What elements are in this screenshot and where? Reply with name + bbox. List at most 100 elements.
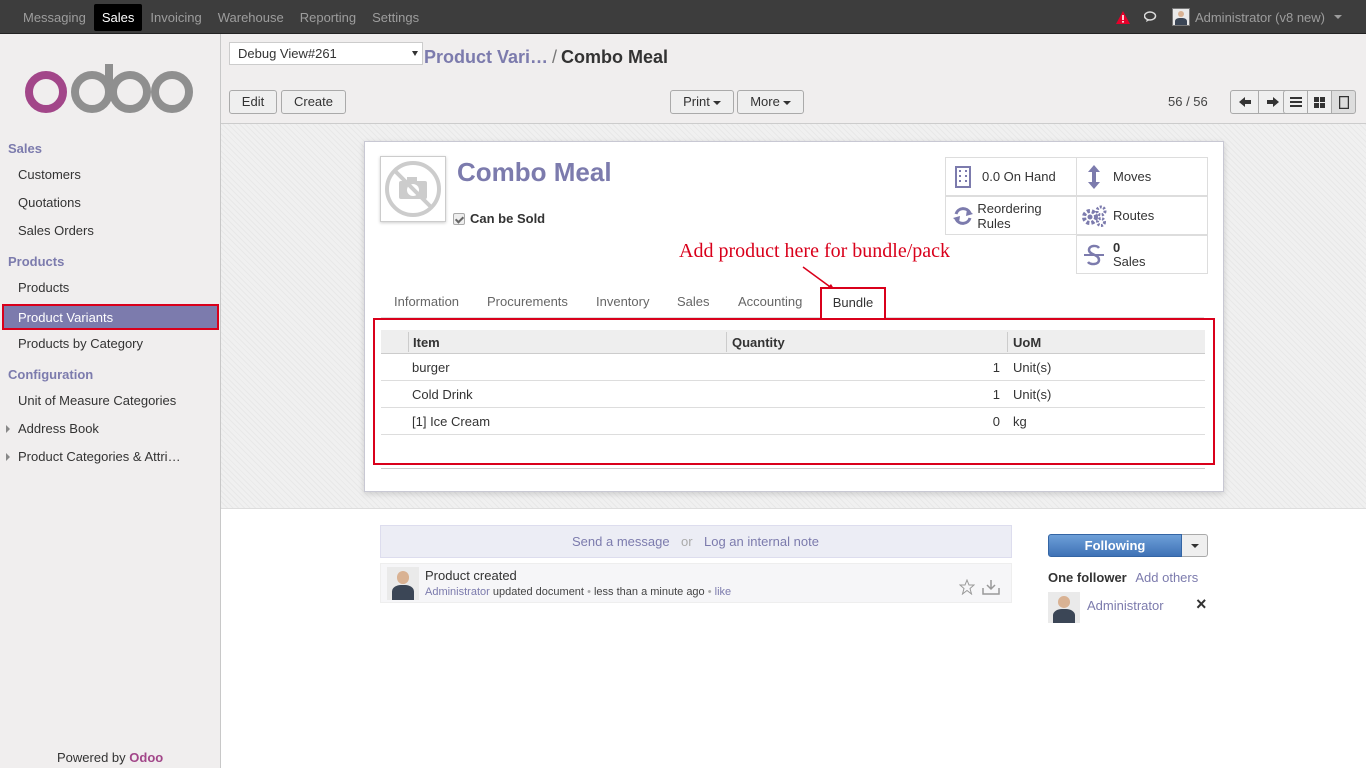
strikethrough-s-icon [1081, 243, 1107, 267]
view-switcher [1283, 90, 1358, 114]
debug-view-select[interactable]: Debug View#261 [229, 42, 423, 65]
user-name: Administrator (v8 new) [1194, 9, 1325, 25]
previous-button[interactable] [1230, 90, 1259, 114]
vertical-arrows-icon [1081, 164, 1107, 189]
sales-button[interactable]: 0 Sales [1076, 235, 1208, 274]
archive-icon[interactable] [981, 578, 1001, 596]
column-divider [1007, 332, 1008, 352]
more-button[interactable]: More [737, 90, 804, 114]
list-icon [1289, 97, 1302, 107]
bullet-separator: • [707, 586, 712, 598]
table-row[interactable]: burger 1 Unit(s) [381, 354, 1205, 381]
no-image-icon [385, 161, 441, 217]
tab-procurements[interactable]: Procurements [487, 294, 568, 309]
cell-uom: Unit(s) [1013, 387, 1052, 402]
powered-by-brand[interactable]: Odoo [129, 750, 163, 765]
sidebar-item-quotations[interactable]: Quotations [18, 195, 81, 210]
like-link[interactable]: like [715, 586, 732, 598]
sidebar-item-customers[interactable]: Customers [18, 167, 81, 182]
breadcrumb-parent[interactable]: Product Vari… [424, 47, 548, 67]
cell-uom: kg [1013, 414, 1027, 429]
can-be-sold-checkbox[interactable] [453, 212, 465, 225]
edit-button[interactable]: Edit [229, 90, 277, 114]
menu-warehouse[interactable]: Warehouse [210, 4, 292, 31]
odoo-logo [25, 64, 193, 113]
tab-inventory[interactable]: Inventory [596, 294, 649, 309]
followers-header: One follower Add others [1048, 570, 1198, 585]
debug-view-value: Debug View#261 [238, 46, 337, 61]
log-note-link[interactable]: Log an internal note [704, 534, 819, 549]
main-menu: Messaging Sales Invoicing Warehouse Repo… [15, 0, 427, 34]
kanban-view-button[interactable] [1307, 90, 1332, 114]
menu-invoicing[interactable]: Invoicing [142, 4, 209, 31]
remove-follower-button[interactable]: × [1196, 594, 1207, 615]
chevron-down-icon [1334, 15, 1342, 19]
sidebar-item-products[interactable]: Products [18, 280, 69, 295]
column-header-uom[interactable]: UoM [1013, 335, 1041, 350]
tab-accounting[interactable]: Accounting [738, 294, 802, 309]
follower-name[interactable]: Administrator [1087, 598, 1164, 613]
send-message-link[interactable]: Send a message [572, 534, 670, 549]
message-meta: Administrator updated document • less th… [425, 586, 731, 598]
tab-information[interactable]: Information [394, 294, 459, 309]
table-footer-divider [381, 468, 1205, 469]
author-avatar[interactable] [387, 567, 419, 600]
sidebar-item-product-categories[interactable]: Product Categories & Attri… [18, 449, 181, 464]
reordering-rules-button[interactable]: Reordering Rules [945, 196, 1077, 235]
menu-sales[interactable]: Sales [93, 3, 143, 31]
arrow-right-icon [1267, 97, 1279, 107]
can-be-sold-field: Can be Sold [453, 211, 545, 226]
sidebar-item-product-variants[interactable]: Product Variants [2, 304, 219, 330]
can-be-sold-label: Can be Sold [470, 211, 546, 226]
sidebar-item-address-book[interactable]: Address Book [18, 421, 99, 436]
menu-messaging[interactable]: Messaging [15, 4, 94, 31]
following-button[interactable]: Following [1048, 534, 1182, 557]
form-view-button[interactable] [1331, 90, 1356, 114]
following-dropdown-button[interactable] [1182, 534, 1208, 557]
star-icon[interactable] [959, 579, 975, 595]
menu-settings[interactable]: Settings [364, 4, 427, 31]
product-image[interactable] [380, 156, 446, 222]
routes-button[interactable]: Routes [1076, 196, 1208, 235]
powered-by: Powered by Odoo [57, 750, 163, 765]
sales-label: Sales [1113, 253, 1146, 269]
sidebar-item-products-by-category[interactable]: Products by Category [18, 336, 143, 351]
user-menu[interactable]: Administrator (v8 new) [1171, 8, 1342, 26]
list-view-button[interactable] [1283, 90, 1308, 114]
control-panel: Debug View#261 Product Vari… / Combo Meal … [221, 34, 1366, 124]
print-label: Print [683, 94, 710, 109]
chevron-down-icon [712, 100, 721, 105]
menu-reporting[interactable]: Reporting [292, 4, 364, 31]
print-button[interactable]: Print [670, 90, 734, 114]
add-others-link[interactable]: Add others [1135, 570, 1198, 585]
column-divider [408, 332, 409, 352]
top-navbar: Messaging Sales Invoicing Warehouse Repo… [0, 0, 1366, 34]
sales-count: 0 [1113, 239, 1121, 255]
on-hand-button[interactable]: 0.0 On Hand [945, 157, 1077, 196]
refresh-icon [950, 205, 975, 227]
grid-icon [1314, 96, 1325, 108]
expand-arrow-icon[interactable] [6, 425, 10, 433]
column-header-item[interactable]: Item [413, 335, 440, 350]
cell-quantity: 0 [992, 414, 1000, 429]
column-header-quantity[interactable]: Quantity [732, 335, 785, 350]
breadcrumb-current: Combo Meal [561, 47, 669, 67]
sidebar-section-products: Products [8, 254, 65, 269]
annotation-text: Add product here for bundle/pack [679, 240, 951, 262]
create-button[interactable]: Create [281, 90, 346, 114]
moves-button[interactable]: Moves [1076, 157, 1208, 196]
tab-bundle[interactable]: Bundle [820, 287, 886, 319]
sidebar-section-configuration: Configuration [8, 367, 94, 382]
sidebar-item-sales-orders[interactable]: Sales Orders [18, 223, 94, 238]
tab-sales[interactable]: Sales [677, 294, 710, 309]
notebook-tabs: Information Procurements Inventory Sales… [381, 288, 1204, 318]
table-row[interactable]: Cold Drink 1 Unit(s) [381, 381, 1205, 408]
more-label: More [750, 94, 780, 109]
table-row[interactable]: [1] Ice Cream 0 kg [381, 408, 1205, 435]
chat-icon[interactable] [1143, 11, 1158, 23]
pager-value: 56 / 56 [1168, 94, 1208, 109]
message-author[interactable]: Administrator [425, 586, 490, 598]
sidebar-item-uom-categories[interactable]: Unit of Measure Categories [18, 393, 176, 408]
warning-icon[interactable] [1115, 10, 1130, 24]
expand-arrow-icon[interactable] [6, 453, 10, 461]
